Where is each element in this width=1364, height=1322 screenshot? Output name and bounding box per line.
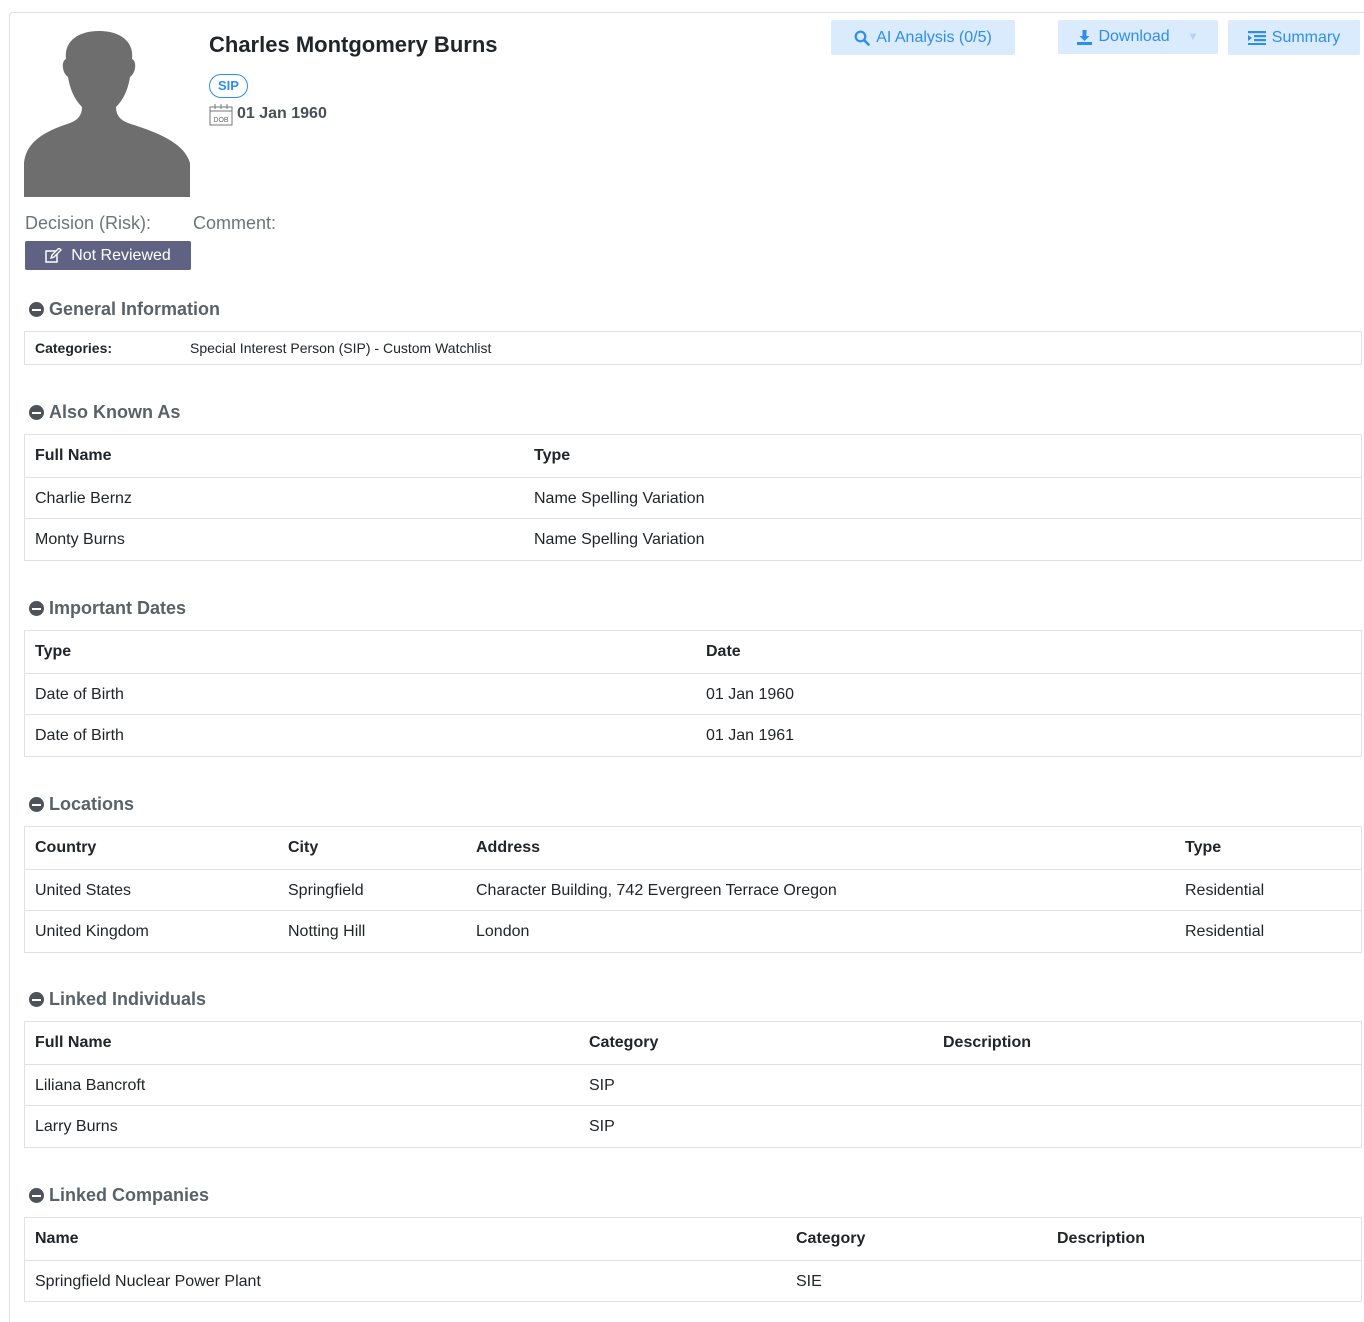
general-info-table: Categories: Special Interest Person (SIP…: [24, 331, 1362, 365]
table-row: Monty Burns Name Spelling Variation: [25, 518, 1361, 560]
column-header: Category: [796, 1230, 866, 1247]
table-row: Date of Birth 01 Jan 1961: [25, 714, 1361, 756]
table-cell: Name Spelling Variation: [534, 531, 705, 548]
column-header: Address: [476, 839, 541, 856]
comment-label: Comment:: [193, 213, 277, 233]
table-cell: Notting Hill: [288, 923, 366, 940]
download-label: Download: [1098, 28, 1170, 45]
table-cell: Larry Burns: [35, 1118, 118, 1135]
column-header: Description: [1057, 1230, 1146, 1247]
table-cell: United Kingdom: [35, 923, 149, 940]
table-cell: SIP: [589, 1076, 615, 1094]
collapse-icon: [29, 992, 44, 1007]
table-row: Date of Birth 01 Jan 1960: [25, 672, 1361, 715]
table-cell: Name Spelling Variation: [534, 489, 705, 507]
table-cell: Liliana Bancroft: [35, 1076, 146, 1094]
table-header-row: Full Name Category Description: [25, 1022, 1361, 1064]
section-toggle-individuals[interactable]: Linked Individuals: [29, 989, 206, 1010]
table-cell: Monty Burns: [35, 531, 125, 548]
collapse-icon: [29, 797, 44, 812]
column-header: Full Name: [35, 1034, 112, 1051]
table-header-row: Name Category Description: [25, 1218, 1361, 1260]
column-header: Type: [1185, 839, 1222, 856]
aka-table: Full Name Type Charlie Bernz Name Spelli…: [24, 434, 1362, 561]
summary-button[interactable]: Summary: [1228, 20, 1360, 55]
table-cell: London: [476, 923, 530, 940]
dob-calendar-icon: DOB: [209, 104, 233, 126]
column-header: Description: [943, 1034, 1032, 1051]
table-cell: United States: [35, 881, 132, 899]
section-toggle-companies[interactable]: Linked Companies: [29, 1185, 209, 1206]
table-cell: Date of Birth: [35, 727, 124, 744]
important-dates-table: Type Date Date of Birth 01 Jan 1960 Date…: [24, 630, 1362, 757]
ai-analysis-label: AI Analysis (0/5): [876, 28, 992, 46]
section-toggle-aka[interactable]: Also Known As: [29, 402, 180, 423]
table-row: United Kingdom Notting Hill London Resid…: [25, 910, 1361, 952]
table-row: United States Springfield Character Buil…: [25, 868, 1361, 911]
categories-value: Special Interest Person (SIP) - Custom W…: [190, 340, 492, 356]
ai-analysis-button[interactable]: AI Analysis (0/5): [831, 20, 1015, 55]
category-badge: SIP: [209, 74, 248, 98]
section-title: General Information: [49, 299, 221, 319]
section-title: Important Dates: [49, 598, 187, 618]
categories-label: Categories:: [35, 340, 113, 356]
table-header-row: Type Date: [25, 631, 1361, 673]
table-cell: Springfield: [288, 881, 364, 899]
collapse-icon: [29, 302, 44, 317]
date-of-birth: 01 Jan 1960: [237, 105, 327, 122]
list-indent-icon: [1247, 30, 1266, 45]
table-header-row: Country City Address Type: [25, 827, 1361, 869]
table-row: Larry Burns SIP: [25, 1105, 1361, 1147]
edit-icon: [45, 248, 63, 263]
section-toggle-locations[interactable]: Locations: [29, 794, 134, 815]
table-cell: 01 Jan 1961: [706, 727, 795, 744]
profile-name: Charles Montgomery Burns: [209, 32, 498, 57]
table-cell: Charlie Bernz: [35, 489, 132, 507]
table-cell: SIE: [796, 1272, 822, 1290]
column-header: City: [288, 839, 319, 856]
section-toggle-dates[interactable]: Important Dates: [29, 598, 186, 619]
linked-individuals-table: Full Name Category Description Liliana B…: [24, 1021, 1362, 1148]
table-row: Springfield Nuclear Power Plant SIE: [25, 1259, 1361, 1302]
avatar-placeholder-icon: [24, 31, 190, 197]
table-cell: Springfield Nuclear Power Plant: [35, 1272, 261, 1290]
collapse-icon: [29, 601, 44, 616]
table-row: Liliana Bancroft SIP: [25, 1063, 1361, 1106]
section-title: Locations: [49, 794, 135, 814]
locations-table: Country City Address Type United States …: [24, 826, 1362, 953]
table-cell: Residential: [1185, 923, 1265, 940]
table-cell: SIP: [589, 1118, 615, 1135]
table-row: Charlie Bernz Name Spelling Variation: [25, 476, 1361, 519]
table-cell: 01 Jan 1960: [706, 685, 795, 703]
decision-label: Decision (Risk):: [25, 213, 152, 233]
section-title: Also Known As: [49, 402, 181, 422]
column-header: Type: [534, 447, 571, 464]
table-cell: Residential: [1185, 881, 1265, 899]
search-icon: [854, 30, 870, 46]
column-header: Country: [35, 839, 97, 856]
section-title: Linked Individuals: [49, 989, 207, 1009]
linked-companies-table: Name Category Description Springfield Nu…: [24, 1217, 1362, 1302]
column-header: Date: [706, 643, 741, 660]
table-header-row: Full Name Type: [25, 435, 1361, 477]
summary-label: Summary: [1271, 28, 1341, 46]
download-icon: [1077, 29, 1093, 45]
download-dropdown-button[interactable]: Download ▼: [1058, 20, 1218, 54]
column-header: Type: [35, 643, 72, 660]
collapse-icon: [29, 1188, 44, 1203]
review-status-button[interactable]: Not Reviewed: [25, 241, 191, 270]
section-toggle-general[interactable]: General Information: [29, 299, 220, 320]
dob-icon-label: DOB: [213, 117, 229, 124]
collapse-icon: [29, 405, 44, 420]
column-header: Name: [35, 1230, 79, 1247]
chevron-down-icon: ▼: [1187, 31, 1199, 43]
table-cell: Character Building, 742 Evergreen Terrac…: [476, 881, 837, 899]
review-status-label: Not Reviewed: [71, 246, 171, 264]
section-title: Linked Companies: [49, 1185, 210, 1205]
table-cell: Date of Birth: [35, 685, 124, 703]
column-header: Category: [589, 1034, 659, 1051]
column-header: Full Name: [35, 447, 112, 464]
